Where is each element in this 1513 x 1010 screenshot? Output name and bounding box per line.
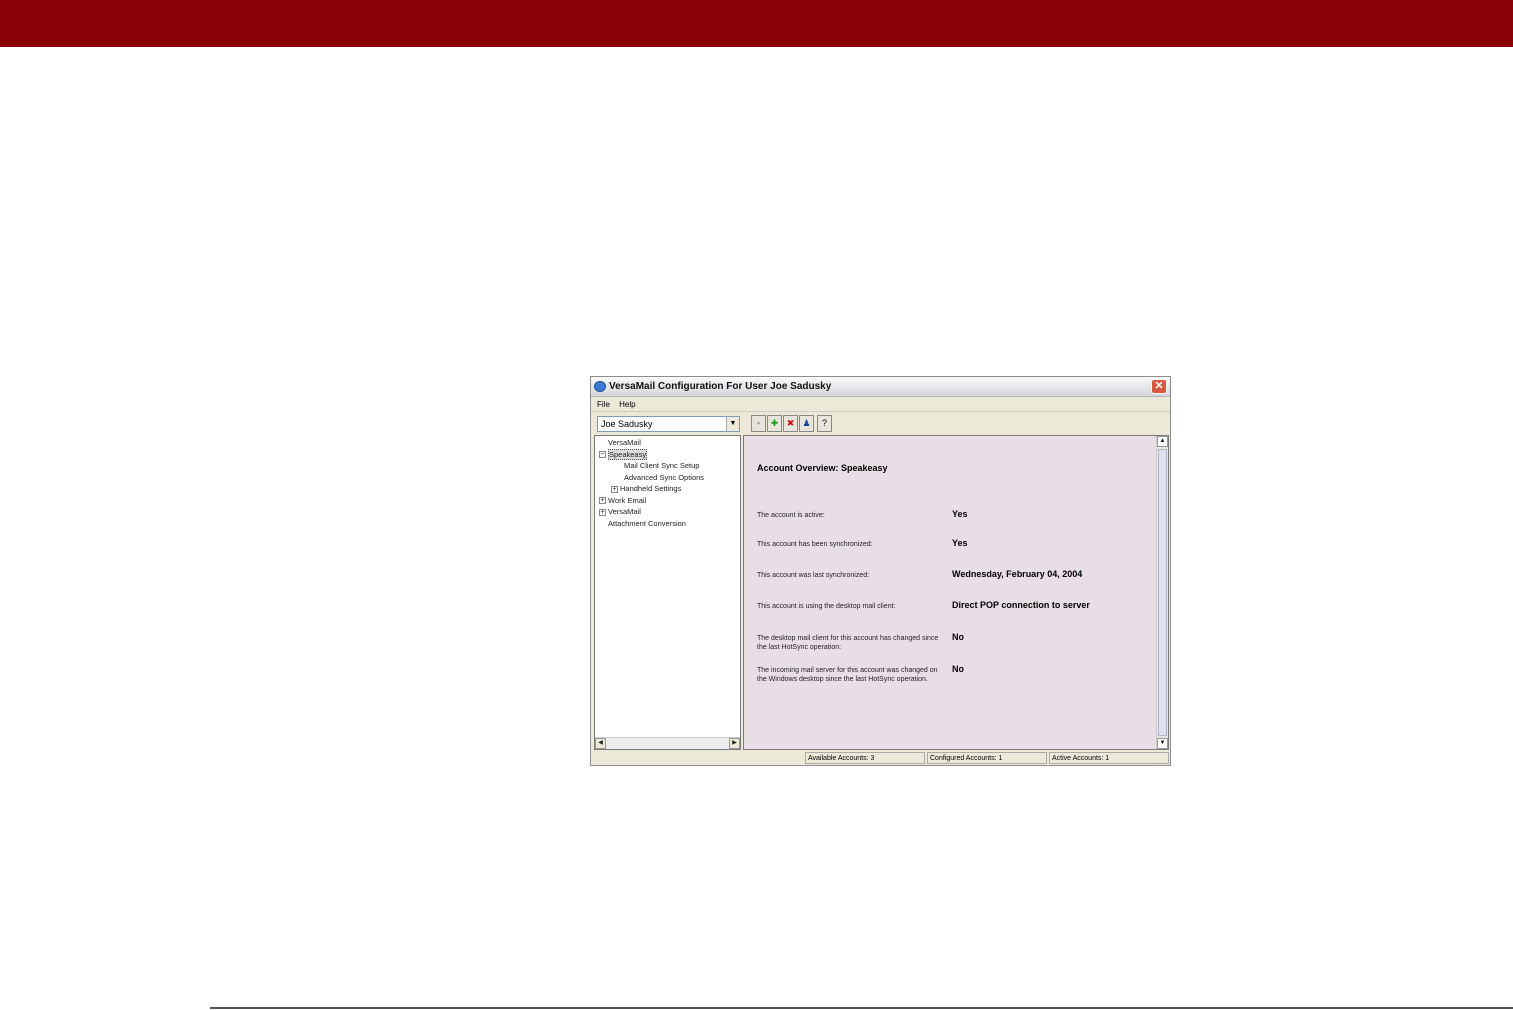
overview-value: No (952, 664, 964, 674)
overview-heading: Account Overview: Speakeasy (757, 463, 888, 473)
help-icon: ? (821, 418, 827, 428)
scroll-right-icon[interactable]: ▶ (729, 738, 740, 749)
save-icon: ▪ (756, 418, 761, 428)
overview-label: This account was last synchronized: (757, 572, 870, 579)
user-settings-button[interactable]: ♟ (799, 415, 814, 432)
scroll-thumb[interactable] (1158, 449, 1167, 736)
menu-file[interactable]: File (597, 400, 610, 409)
vertical-scrollbar[interactable]: ▲ ▼ (1156, 436, 1168, 749)
window-title: VersaMail Configuration For User Joe Sad… (609, 381, 832, 392)
overview-label: The account is active: (757, 512, 825, 519)
tree-item-label: Speakeasy (608, 448, 648, 460)
account-tree: ◀ ▶ VersaMail − Speakeasy Mail Client Sync … (594, 435, 741, 750)
tree-item[interactable]: VersaMail (608, 438, 641, 448)
header-bar (0, 0, 1513, 47)
expand-icon[interactable]: + (611, 485, 618, 493)
title-bar: VersaMail Configuration For User Joe Sad… (591, 377, 1170, 397)
chevron-down-icon[interactable]: ▼ (726, 417, 739, 431)
help-button[interactable]: ? (817, 415, 832, 432)
tree-item[interactable]: Mail Client Sync Setup (624, 461, 699, 471)
scroll-left-icon[interactable]: ◀ (595, 738, 606, 749)
account-overview-panel: Account Overview: Speakeasy ▲ ▼ The acco… (743, 435, 1169, 750)
delete-icon: ✖ (786, 418, 795, 428)
horizontal-scrollbar[interactable]: ◀ ▶ (595, 737, 740, 749)
active-accounts: Active Accounts: 1 (1049, 752, 1169, 764)
tree-item-label: Mail Client Sync Setup (624, 461, 700, 470)
overview-value: Direct POP connection to server (952, 600, 1090, 610)
close-button[interactable]: ✕ (1151, 379, 1167, 394)
overview-label: This account has been synchronized: (757, 541, 873, 548)
collapse-icon[interactable]: − (599, 451, 606, 459)
available-accounts: Available Accounts: 3 (805, 752, 925, 764)
add-icon: ✚ (770, 418, 779, 428)
scroll-down-icon[interactable]: ▼ (1157, 738, 1168, 749)
overview-value: Yes (952, 538, 968, 548)
configured-accounts: Configured Accounts: 1 (927, 752, 1047, 764)
overview-value: No (952, 632, 964, 642)
tree-item-label: Handheld Settings (620, 484, 682, 493)
footer-divider (210, 1007, 1513, 1009)
overview-value: Yes (952, 509, 968, 519)
status-bar: Available Accounts: 3 Configured Account… (591, 751, 1170, 765)
overview-value: Wednesday, February 04, 2004 (952, 569, 1083, 579)
overview-label: This account is using the desktop mail c… (757, 603, 896, 610)
add-account-button[interactable]: ✚ (767, 415, 782, 432)
tree-item-label: Advanced Sync Options (624, 472, 705, 482)
overview-label: The incoming mail server for this accoun… (757, 667, 938, 683)
tree-item-label: Attachment Conversion (608, 518, 686, 528)
versamail-config-window: VersaMail Configuration For User Joe Sad… (590, 376, 1171, 766)
save-button[interactable]: ▪ (751, 415, 766, 432)
delete-account-button[interactable]: ✖ (783, 415, 798, 432)
tree-item[interactable]: + VersaMail (599, 507, 641, 517)
user-select[interactable]: Joe Sadusky ▼ (597, 416, 740, 432)
versamail-app-icon (594, 381, 606, 392)
tree-item-label: Work Email (608, 495, 647, 505)
expand-icon[interactable]: + (599, 508, 606, 516)
expand-icon[interactable]: + (599, 497, 606, 505)
tree-item[interactable]: + Work Email (599, 496, 646, 506)
tree-item-label: VersaMail (608, 438, 641, 447)
user-select-value: Joe Sadusky (601, 419, 653, 429)
overview-label: The desktop mail client for this account… (757, 635, 939, 651)
user-icon: ♟ (802, 418, 811, 428)
tree-item-label: VersaMail (608, 507, 641, 516)
scroll-up-icon[interactable]: ▲ (1157, 436, 1168, 447)
tree-item[interactable]: + Handheld Settings (611, 484, 681, 494)
tree-item[interactable]: − Speakeasy (599, 448, 648, 460)
tree-item[interactable]: Advanced Sync Options (624, 473, 704, 483)
menu-bar: File Help (591, 398, 1170, 412)
menu-help[interactable]: Help (619, 400, 635, 409)
tree-item[interactable]: Attachment Conversion (608, 519, 686, 529)
